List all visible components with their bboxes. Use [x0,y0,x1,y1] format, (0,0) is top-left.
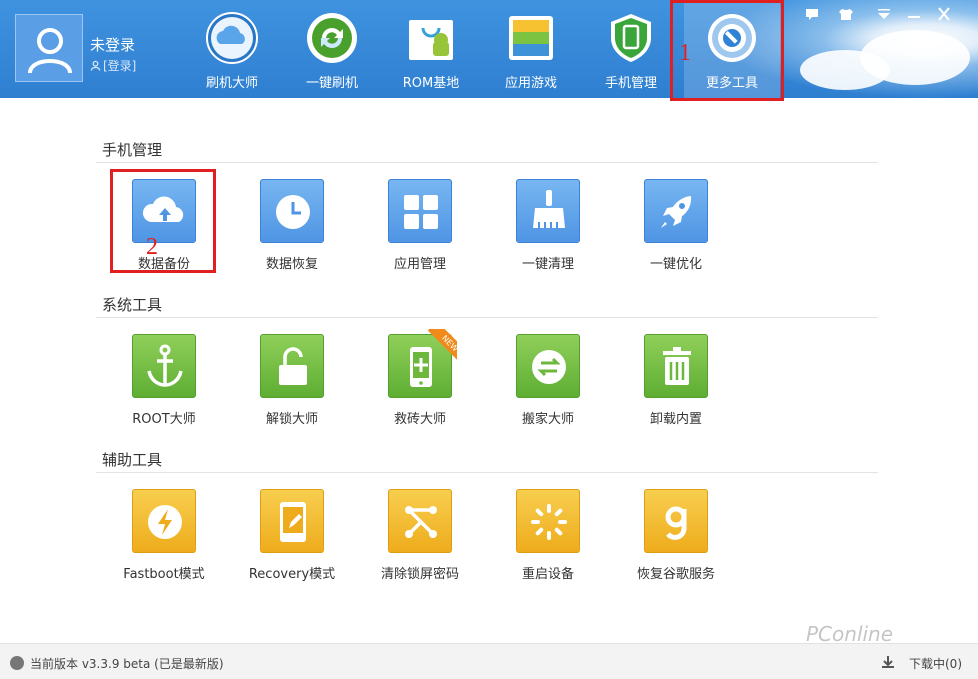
tool-one-click-optimize[interactable]: 一键优化 [612,179,740,279]
transfer-icon [532,350,566,384]
top-header: 未登录 [登录] 刷机大师 一键刷机 ROM基地 应用游戏 手机管理 更多工具 [0,0,978,98]
tool-icon-tile [132,489,196,553]
login-link-text: [登录] [103,59,137,73]
shield-phone-icon [611,14,651,62]
tool-one-click-clean[interactable]: 一键清理 [484,179,612,279]
section-divider [96,317,878,318]
nav-label: 一键刷机 [305,76,358,91]
download-icon[interactable] [880,655,896,669]
clock-icon [276,195,310,229]
tool-label: 救砖大师 [393,412,446,427]
tool-fastboot-mode[interactable]: Fastboot模式 [100,489,228,589]
trash-icon [663,347,691,385]
feedback-icon[interactable] [803,6,821,22]
tool-icon-tile [644,489,708,553]
tool-icon-tile: NEW [388,329,457,398]
tool-recovery-mode[interactable]: Recovery模式 [228,489,356,589]
tool-icon-tile [260,489,324,553]
cloud-decoration [860,30,970,85]
nav-label: 应用游戏 [504,76,557,91]
tool-label: 清除锁屏密码 [380,567,459,582]
section-title-aux-tools: 辅助工具 [102,451,163,469]
tool-label: 应用管理 [393,257,446,272]
unlock-icon [279,347,307,385]
tool-label: Recovery模式 [248,567,336,582]
new-badge: NEW [421,329,457,365]
pattern-lock-icon [405,506,437,538]
nav-label: ROM基地 [402,76,460,91]
new-badge-text: NEW [427,329,457,365]
tool-label: 一键清理 [521,257,574,272]
tool-app-manage[interactable]: 应用管理 [356,179,484,279]
login-link[interactable]: [登录] [90,57,136,74]
google-g-icon [665,506,687,540]
minimize-icon[interactable] [905,6,923,22]
tool-icon-tile [516,179,580,243]
tool-label: 恢复谷歌服务 [636,567,715,582]
person-icon [90,60,101,71]
section-divider [96,472,878,473]
annotation-box-2 [110,169,216,273]
menu-dropdown-icon[interactable] [875,6,893,22]
layers-icon [509,16,553,60]
tool-icon-tile [132,334,196,398]
close-icon[interactable] [935,6,953,22]
tool-icon-tile [260,334,324,398]
tool-uninstall-builtin[interactable]: 卸载内置 [612,334,740,434]
tool-label: 一键优化 [649,257,702,272]
section-divider [96,162,878,163]
tool-root-master[interactable]: ROOT大师 [100,334,228,434]
avatar[interactable] [15,14,83,82]
refresh-icon [307,13,357,63]
section-title-phone-manage: 手机管理 [102,141,163,159]
cloud-icon [206,12,258,64]
tool-icon-tile [388,179,452,243]
loading-icon [531,504,567,540]
tool-label: 解锁大师 [265,412,318,427]
user-icon [28,28,72,74]
tool-icon-tile [260,179,324,243]
download-status[interactable]: 下载中(0) [909,655,962,672]
brush-icon [533,190,565,228]
tool-clear-lock-password[interactable]: 清除锁屏密码 [356,489,484,589]
tool-restore-google-services[interactable]: 恢复谷歌服务 [612,489,740,589]
tool-icon-tile [516,489,580,553]
android-bag-icon [409,20,453,60]
nav-flash-master[interactable]: 刷机大师 [184,0,280,98]
section-title-system-tools: 系统工具 [102,296,163,314]
nav-rom-base[interactable]: ROM基地 [383,0,479,98]
tool-icon-tile [644,179,708,243]
tool-move-master[interactable]: 搬家大师 [484,334,612,434]
tool-label: 重启设备 [521,567,574,582]
nav-one-click-flash[interactable]: 一键刷机 [284,0,380,98]
nav-label: 刷机大师 [205,76,258,91]
lightning-icon [148,505,182,539]
username-label: 未登录 [90,36,136,54]
tool-icon-tile [644,334,708,398]
annotation-marker-2: 2 [146,234,158,260]
tool-unbrick-master[interactable]: NEW 救砖大师 [356,329,484,434]
tool-reboot-device[interactable]: 重启设备 [484,489,612,589]
tool-icon-tile [388,489,452,553]
status-bar: 当前版本 v3.3.9 beta (已是最新版) 下载中(0) [0,643,978,679]
tool-data-restore[interactable]: 数据恢复 [228,179,356,279]
annotation-marker-1: 1 [679,40,691,66]
tool-label: ROOT大师 [132,412,196,427]
grid-icon [404,195,438,229]
anchor-icon [147,344,183,387]
info-icon [10,656,24,670]
tool-label: Fastboot模式 [123,567,205,582]
nav-apps-games[interactable]: 应用游戏 [483,0,579,98]
nav-phone-manage[interactable]: 手机管理 [583,0,679,98]
tool-label: 数据恢复 [265,257,318,272]
rocket-icon [661,196,692,228]
tool-label: 卸载内置 [649,412,702,427]
tool-icon-tile [516,334,580,398]
nav-label: 手机管理 [604,76,657,91]
tool-label: 搬家大师 [521,412,574,427]
phone-edit-icon [280,502,306,542]
version-text: 当前版本 v3.3.9 beta (已是最新版) [30,657,224,671]
skin-icon[interactable] [837,6,855,22]
tool-unlock-master[interactable]: 解锁大师 [228,334,356,434]
